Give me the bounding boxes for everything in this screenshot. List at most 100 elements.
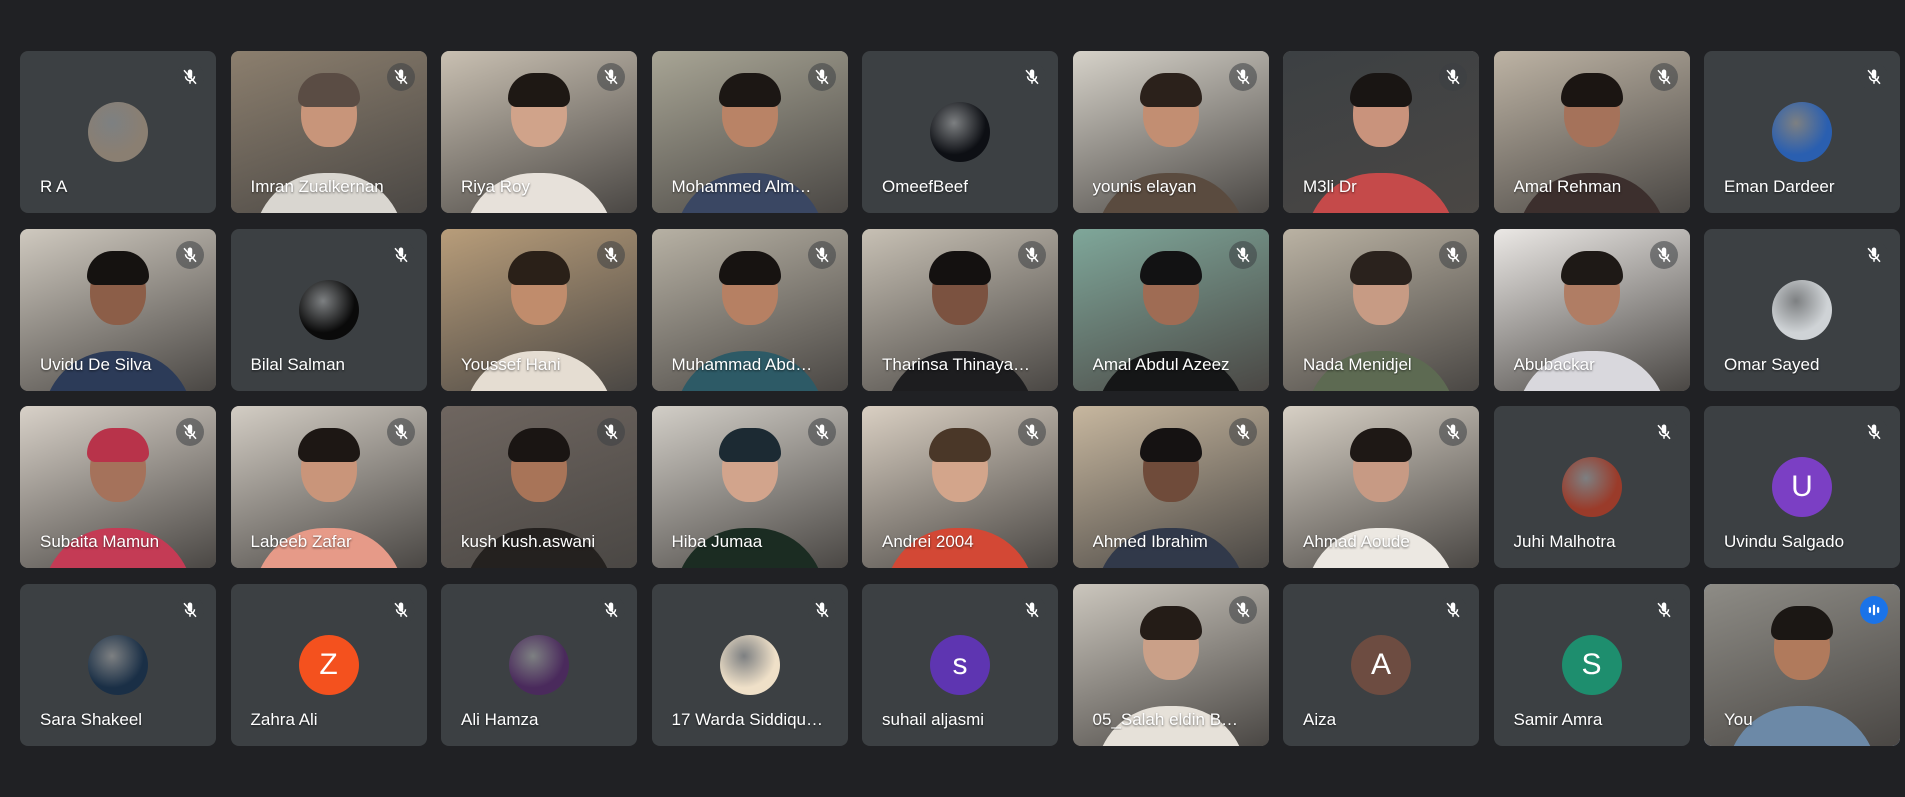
participant-tile[interactable]: Ahmad Aoude xyxy=(1283,406,1479,568)
avatar xyxy=(1772,102,1832,162)
mic-off-icon xyxy=(1228,418,1257,446)
participant-name: Mohammed Alm… xyxy=(671,177,812,196)
mic-off-icon xyxy=(1860,63,1888,91)
participant-tile[interactable]: Imran Zualkernan xyxy=(230,51,427,213)
mic-off-icon xyxy=(597,595,625,624)
participant-tile[interactable]: Youssef Hani xyxy=(441,228,637,391)
mic-off-icon xyxy=(1860,240,1888,269)
participant-tile[interactable]: Amal Abdul Azeez xyxy=(1072,228,1269,391)
participant-tile[interactable]: younis elayan xyxy=(1072,51,1269,213)
participant-tile[interactable]: Mohammed Alm… xyxy=(651,51,848,213)
avatar: Z xyxy=(298,634,359,695)
participant-tile[interactable]: U Uvindu Salgado xyxy=(1704,406,1900,568)
participant-name: Labeeb Zafar xyxy=(250,532,352,551)
mic-off-icon xyxy=(1649,63,1678,91)
participant-tile[interactable]: Labeeb Zafar xyxy=(230,406,427,568)
avatar xyxy=(88,634,148,695)
participant-name: Imran Zualkernan xyxy=(250,177,384,196)
mic-off-icon xyxy=(176,63,204,91)
participant-tile[interactable]: Amal Rehman xyxy=(1493,51,1690,213)
avatar: S xyxy=(1561,634,1622,695)
avatar: U xyxy=(1772,457,1832,517)
participant-name: Riya Roy xyxy=(461,177,530,196)
mic-off-icon xyxy=(1439,63,1467,91)
participant-tile[interactable]: Riya Roy xyxy=(441,51,637,213)
participant-name: R A xyxy=(40,177,68,196)
mic-off-icon xyxy=(1018,63,1046,91)
participant-name: Zahra Ali xyxy=(250,709,318,729)
mic-off-icon xyxy=(386,595,415,624)
participant-tile[interactable]: Omar Sayed xyxy=(1704,228,1900,391)
mic-off-icon xyxy=(597,240,625,269)
mic-off-icon xyxy=(1439,418,1467,446)
mic-off-icon xyxy=(807,418,836,446)
participant-tile[interactable]: Ahmed Ibrahim xyxy=(1072,406,1269,568)
participant-tile[interactable]: M3li Dr xyxy=(1283,51,1479,213)
participant-name: Amal Rehman xyxy=(1513,177,1622,196)
participant-name: Nada Menidjel xyxy=(1303,354,1412,374)
participant-name: Tharinsa Thinaya… xyxy=(882,354,1031,374)
participant-name: Ahmad Aoude xyxy=(1303,532,1410,551)
participant-tile[interactable]: Bilal Salman xyxy=(230,228,427,391)
participant-tile[interactable]: Hiba Jumaa xyxy=(651,406,848,568)
participant-name: Andrei 2004 xyxy=(882,532,974,551)
participant-tile[interactable]: Muhammad Abd… xyxy=(651,228,848,391)
mic-off-icon xyxy=(386,418,415,446)
mic-off-icon xyxy=(176,595,204,624)
avatar xyxy=(88,102,148,162)
mic-off-icon xyxy=(1439,595,1467,624)
mic-off-icon xyxy=(386,240,415,269)
participant-tile[interactable]: s suhail aljasmi xyxy=(862,583,1058,746)
participant-tile[interactable]: kush kush.aswani xyxy=(441,406,637,568)
avatar xyxy=(509,634,569,695)
participant-name: Subaita Mamun xyxy=(40,532,160,551)
participant-grid: R A Imran Zualkernan Riya Roy Mohammed Alm…… xyxy=(20,51,1900,746)
participant-tile[interactable]: Juhi Malhotra xyxy=(1493,406,1690,568)
participant-tile[interactable]: Subaita Mamun xyxy=(20,406,216,568)
participant-name: 05_Salah eldin B… xyxy=(1092,709,1239,729)
participant-name: Aiza xyxy=(1303,709,1337,729)
participant-tile[interactable]: Andrei 2004 xyxy=(862,406,1058,568)
participant-tile[interactable]: Sara Shakeel xyxy=(20,583,216,746)
participant-name: Ali Hamza xyxy=(461,709,539,729)
participant-tile[interactable]: Tharinsa Thinaya… xyxy=(862,228,1058,391)
mic-off-icon xyxy=(597,63,625,91)
mic-off-icon xyxy=(597,418,625,446)
participant-tile[interactable]: OmeefBeef xyxy=(862,51,1058,213)
participant-name: OmeefBeef xyxy=(882,177,968,196)
mic-off-icon xyxy=(1228,240,1257,269)
mic-off-icon xyxy=(1649,418,1678,446)
mic-off-icon xyxy=(1018,595,1046,624)
mic-off-icon xyxy=(386,63,415,91)
participant-name: Sara Shakeel xyxy=(40,709,143,729)
mic-off-icon xyxy=(1018,418,1046,446)
participant-tile[interactable]: Uvidu De Silva xyxy=(20,228,216,391)
avatar xyxy=(719,634,780,695)
participant-name: Eman Dardeer xyxy=(1724,177,1835,196)
mic-off-icon xyxy=(176,240,204,269)
participant-tile[interactable]: 05_Salah eldin B… xyxy=(1072,583,1269,746)
mic-off-icon xyxy=(1439,240,1467,269)
mic-off-icon xyxy=(1649,595,1678,624)
mic-off-icon xyxy=(807,240,836,269)
mic-off-icon xyxy=(1228,63,1257,91)
participant-name: younis elayan xyxy=(1092,177,1197,196)
participant-name: You xyxy=(1724,709,1753,729)
participant-tile[interactable]: 17 Warda Siddiqu… xyxy=(651,583,848,746)
participant-tile[interactable]: Ali Hamza xyxy=(441,583,637,746)
participant-tile[interactable]: Nada Menidjel xyxy=(1283,228,1479,391)
participant-name: Abubackar xyxy=(1513,354,1595,374)
mic-off-icon xyxy=(807,63,836,91)
participant-name: M3li Dr xyxy=(1303,177,1357,196)
participant-tile[interactable]: Z Zahra Ali xyxy=(230,583,427,746)
avatar xyxy=(1772,279,1832,340)
participant-tile[interactable]: R A xyxy=(20,51,216,213)
participant-name: Uvindu Salgado xyxy=(1724,532,1845,551)
participant-tile[interactable]: You xyxy=(1704,583,1900,746)
participant-name: Omar Sayed xyxy=(1724,354,1820,374)
participant-tile[interactable]: S Samir Amra xyxy=(1493,583,1690,746)
participant-tile[interactable]: Eman Dardeer xyxy=(1704,51,1900,213)
mic-off-icon xyxy=(176,418,204,446)
participant-tile[interactable]: A Aiza xyxy=(1283,583,1479,746)
participant-tile[interactable]: Abubackar xyxy=(1493,228,1690,391)
